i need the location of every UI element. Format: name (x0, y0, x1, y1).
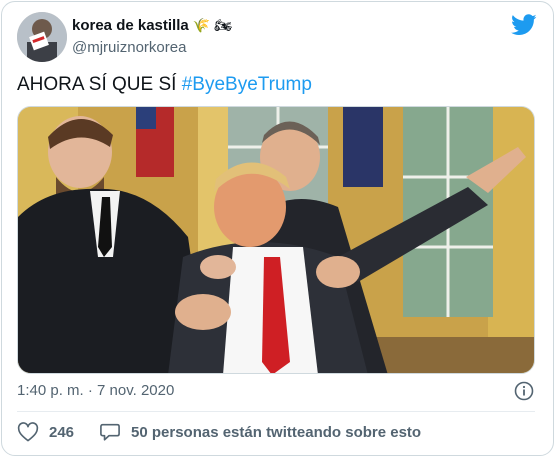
author-handle[interactable]: @mjruiznorkorea (72, 39, 186, 56)
author-display-name[interactable]: korea de kastilla 🌾 🏍 (72, 17, 232, 34)
like-count: 246 (49, 423, 75, 441)
avatar[interactable] (17, 12, 67, 62)
tweet-photo[interactable] (17, 106, 535, 374)
conversation-text: 50 personas están twitteando sobre esto (131, 423, 422, 441)
tweet-body: AHORA SÍ QUE SÍ (17, 74, 182, 95)
speech-bubble-icon (100, 423, 120, 441)
conversation-button[interactable]: 50 personas están twitteando sobre esto (99, 422, 421, 442)
tweet-text: AHORA SÍ QUE SÍ #ByeByeTrump (17, 74, 312, 96)
name-emoji: 🌾 🏍 (192, 17, 232, 33)
oval-office-scuffle-photo (18, 107, 534, 373)
info-icon[interactable] (514, 381, 534, 401)
twitter-bird-icon[interactable] (511, 14, 537, 36)
divider (17, 411, 535, 412)
like-button[interactable]: 246 (17, 422, 74, 442)
hashtag-link[interactable]: #ByeByeTrump (182, 74, 312, 95)
profile-avatar-icon (17, 12, 67, 62)
display-name-text: korea de kastilla (72, 17, 189, 34)
heart-icon (17, 422, 39, 442)
tweet-timestamp[interactable]: 1:40 p. m. · 7 nov. 2020 (17, 382, 174, 399)
tweet-actions: 246 50 personas están twitteando sobre e… (17, 422, 537, 446)
tweet-card: korea de kastilla 🌾 🏍 @mjruiznorkorea AHO… (1, 1, 554, 456)
